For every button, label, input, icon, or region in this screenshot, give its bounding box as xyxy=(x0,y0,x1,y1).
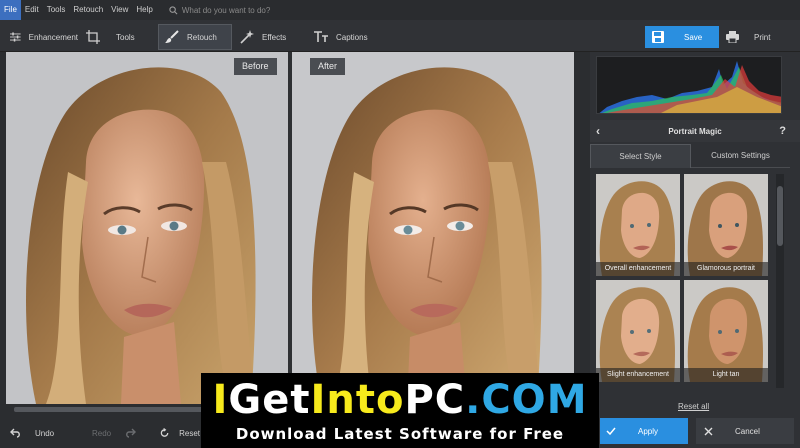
menu-file[interactable]: File xyxy=(0,0,21,20)
printer-icon xyxy=(726,31,739,43)
menu-help[interactable]: Help xyxy=(132,0,156,20)
tab-label: Retouch xyxy=(187,32,217,42)
undo-icon xyxy=(10,428,20,438)
save-button[interactable]: Save xyxy=(645,26,719,48)
style-slight-enhancement[interactable]: Slight enhancement xyxy=(596,280,680,382)
histogram-graph xyxy=(599,61,781,113)
redo-button[interactable]: Redo xyxy=(92,422,142,444)
tab-tools[interactable]: Tools xyxy=(86,24,146,50)
reset-all-link[interactable]: Reset all xyxy=(678,402,709,411)
portrait-magic-title: Portrait Magic xyxy=(668,126,722,136)
scrollbar-thumb[interactable] xyxy=(777,186,783,246)
tab-label: Enhancement xyxy=(28,32,78,42)
style-overall-enhancement[interactable]: Overall enhancement xyxy=(596,174,680,276)
crop-icon xyxy=(86,30,100,44)
portrait-after-image xyxy=(292,52,574,404)
style-tabs: Select Style Custom Settings xyxy=(590,144,790,168)
redo-label: Redo xyxy=(92,428,112,438)
tab-effects[interactable]: Effects xyxy=(240,24,304,50)
watermark-banner: I Get Into PC . COM Download Latest Soft… xyxy=(201,373,599,448)
tab-custom-settings[interactable]: Custom Settings xyxy=(691,144,790,168)
portrait-magic-header: ‹ Portrait Magic ? xyxy=(590,120,800,142)
image-canvas[interactable]: Before After xyxy=(6,52,574,404)
redo-icon xyxy=(126,428,137,438)
search-box[interactable]: What do you want to do? xyxy=(169,3,319,17)
apply-label: Apply xyxy=(638,426,659,436)
brush-icon xyxy=(165,30,179,43)
menu-edit[interactable]: Edit xyxy=(21,0,43,20)
tab-enhancement[interactable]: Enhancement xyxy=(10,24,78,50)
sliders-icon xyxy=(10,32,21,42)
print-button[interactable]: Print xyxy=(722,26,792,48)
before-photo: Before xyxy=(6,52,288,404)
thumbnails-scrollbar[interactable] xyxy=(776,174,784,388)
style-caption: Overall enhancement xyxy=(596,262,680,276)
before-label: Before xyxy=(234,58,277,75)
reset-label: Reset xyxy=(179,428,200,438)
apply-button[interactable]: Apply xyxy=(600,418,688,444)
tab-captions[interactable]: Captions xyxy=(314,24,380,50)
style-light-tan[interactable]: Light tan xyxy=(684,280,768,382)
save-label: Save xyxy=(684,32,703,42)
tab-retouch[interactable]: Retouch xyxy=(158,24,232,50)
watermark-logo: I Get Into PC . COM xyxy=(212,377,588,423)
search-placeholder: What do you want to do? xyxy=(181,5,271,15)
search-icon xyxy=(169,5,178,14)
style-caption: Slight enhancement xyxy=(596,368,680,382)
style-glamorous-portrait[interactable]: Glamorous portrait xyxy=(684,174,768,276)
after-label: After xyxy=(310,58,346,75)
style-thumbnails: Overall enhancement Glamorous portrait S… xyxy=(596,174,772,390)
menu-retouch[interactable]: Retouch xyxy=(69,0,107,20)
floppy-disk-icon xyxy=(652,31,664,43)
text-icon xyxy=(314,31,328,42)
help-icon[interactable]: ? xyxy=(779,120,786,142)
undo-button[interactable]: Undo xyxy=(10,422,70,444)
menu-tools[interactable]: Tools xyxy=(43,0,70,20)
tab-label: Captions xyxy=(336,32,368,42)
style-caption: Light tan xyxy=(684,368,768,382)
back-chevron-icon[interactable]: ‹ xyxy=(596,120,600,142)
watermark-tagline: Download Latest Software for Free xyxy=(235,425,565,443)
menu-bar: File Edit Tools Retouch View Help What d… xyxy=(0,0,800,20)
portrait-thumbnail-image xyxy=(684,174,768,276)
portrait-thumbnail-image xyxy=(596,280,680,382)
tab-select-style[interactable]: Select Style xyxy=(590,144,691,168)
undo-label: Undo xyxy=(35,428,55,438)
reset-icon xyxy=(160,428,169,437)
print-label: Print xyxy=(754,32,771,42)
style-caption: Glamorous portrait xyxy=(684,262,768,276)
menu-view[interactable]: View xyxy=(107,0,132,20)
portrait-before-image xyxy=(6,52,288,404)
tab-label: Tools xyxy=(116,32,135,42)
photo-editor-window: File Edit Tools Retouch View Help What d… xyxy=(0,0,800,448)
portrait-thumbnail-image xyxy=(596,174,680,276)
cancel-button[interactable]: Cancel xyxy=(696,418,794,444)
histogram xyxy=(596,56,782,114)
cancel-label: Cancel xyxy=(735,426,760,436)
magic-wand-icon xyxy=(240,30,254,44)
after-photo: After xyxy=(292,52,574,404)
reset-button[interactable]: Reset xyxy=(160,422,200,444)
close-icon xyxy=(704,427,713,435)
right-panel: ‹ Portrait Magic ? Select Style Custom S… xyxy=(590,52,800,448)
tab-label: Effects xyxy=(262,32,287,42)
portrait-thumbnail-image xyxy=(684,280,768,382)
checkmark-icon xyxy=(606,427,616,435)
